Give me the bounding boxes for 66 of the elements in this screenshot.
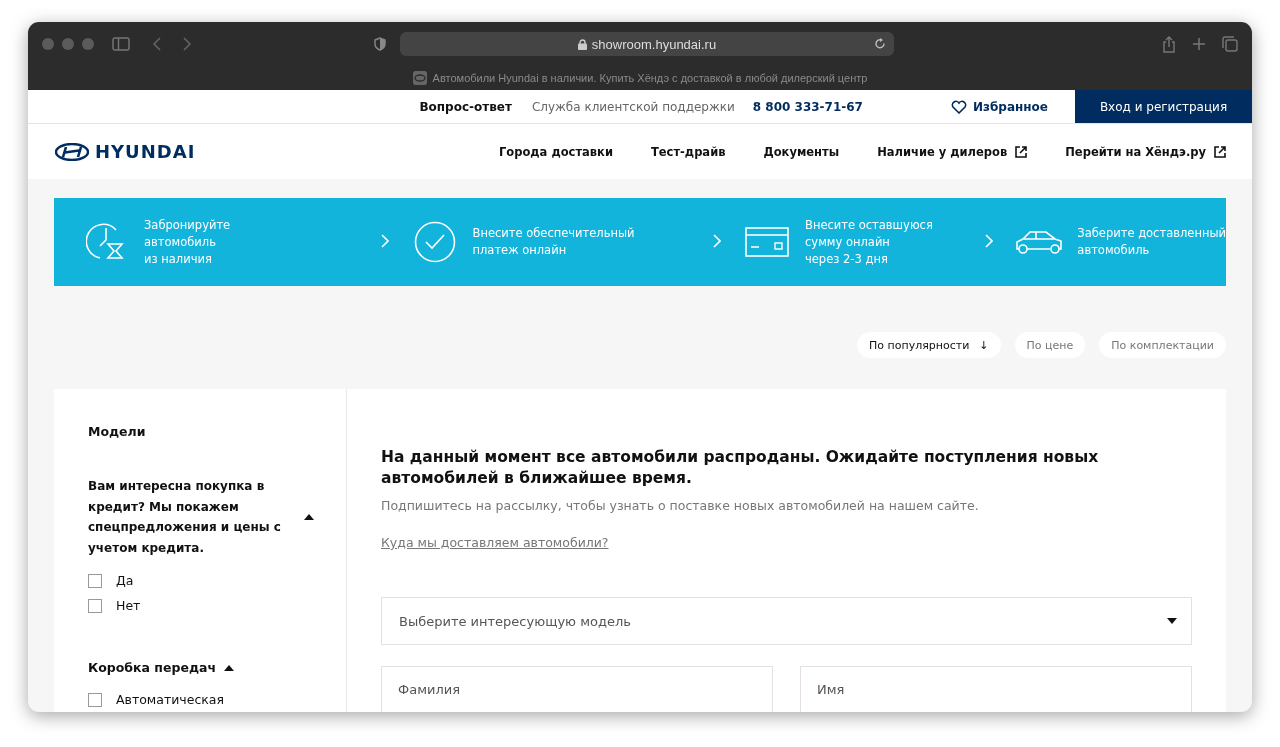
sidebar-icon[interactable] [112, 37, 130, 51]
input-field[interactable]: Фамилия [381, 666, 773, 712]
car-icon [1015, 229, 1064, 255]
shield-icon[interactable] [374, 37, 386, 51]
nav-link[interactable]: Тест-драйв [650, 144, 726, 159]
browser-tab[interactable]: Автомобили Hyundai в наличии. Купить Хёндэ с доставкой в любой дилерский центр [28, 66, 1252, 90]
delivery-link[interactable]: Куда мы доставляем автомобили? [381, 535, 609, 550]
subtitle: Подпишитесь на рассылку, чтобы узнать о поставке новых автомобилей на нашем сайте. [381, 498, 980, 513]
nav-link[interactable]: Перейти на Хёндэ.ру [1065, 144, 1226, 159]
caret-icon[interactable] [304, 514, 314, 520]
nav-link[interactable]: Города доставки [498, 144, 613, 159]
input-field[interactable]: Имя [800, 666, 1192, 712]
checkbox[interactable] [88, 573, 102, 588]
step-text: Внесите оставшуюся сумму онлайн через 2-3 дня [805, 216, 933, 268]
login-button[interactable]: Вход и регистрация [1075, 90, 1252, 123]
step-text: Заберите доставленный автомобиль [1077, 225, 1226, 259]
phone-link[interactable]: 8 800 333-71-67 [752, 99, 863, 114]
lock-icon [577, 38, 587, 50]
chevron-right-icon [380, 233, 389, 248]
nav-link[interactable]: Документы [763, 144, 840, 159]
sort-button[interactable]: По популярности ↓ [857, 332, 1001, 358]
chevron-right-icon [985, 233, 994, 248]
forward-icon[interactable] [182, 37, 192, 51]
model-select[interactable]: Выберите интересующую модель [381, 597, 1192, 645]
checkbox[interactable] [88, 598, 102, 613]
support-label: Служба клиентской поддержки [531, 99, 735, 114]
option-label[interactable]: Автоматическая [116, 692, 225, 707]
logo-text: HYUNDAI [95, 141, 196, 162]
faq-link[interactable]: Вопрос-ответ [419, 99, 512, 114]
chevron-right-icon [713, 233, 721, 248]
nav-link[interactable]: Наличие у дилеров [877, 144, 1028, 159]
section-title[interactable]: Коробка передач [88, 660, 216, 675]
logo-icon [55, 142, 89, 161]
reload-icon[interactable] [874, 37, 886, 50]
caret-icon [1167, 618, 1177, 624]
checkbox[interactable] [88, 692, 102, 707]
section-title[interactable]: Модели [88, 424, 146, 439]
heart-icon [950, 99, 967, 114]
new-tab-icon[interactable] [1192, 37, 1206, 51]
share-icon[interactable] [1162, 35, 1176, 53]
option-label[interactable]: Да [116, 573, 134, 588]
clock-hourglass-icon [86, 222, 126, 262]
step-text: Забронируйте автомобиль из наличия [144, 216, 231, 268]
window-control-icon[interactable] [42, 38, 54, 50]
external-link-icon [1214, 145, 1226, 158]
step-text: Внесите обеспечительный платеж онлайн [472, 225, 635, 259]
logo[interactable]: HYUNDAI [55, 141, 196, 162]
url-text: showroom.hyundai.ru [591, 36, 717, 52]
sort-button[interactable]: По цене [1014, 332, 1086, 358]
option-label[interactable]: Нет [116, 598, 141, 613]
heading: На данный момент все автомобили распроданы. Ожидайте поступления новых автомобилей в ближайшее время. [381, 447, 1100, 489]
bank-card-icon [745, 227, 789, 257]
back-icon[interactable] [152, 37, 162, 51]
tabs-overview-icon[interactable] [1222, 36, 1238, 52]
tab-title: Автомобили Hyundai в наличии. Купить Хёндэ с доставкой в любой дилерский центр [432, 72, 868, 84]
address-bar[interactable]: showroom.hyundai.ru [400, 32, 894, 56]
select-placeholder: Выберите интересующую модель [399, 613, 631, 629]
caret-icon[interactable] [224, 664, 234, 671]
section-title: Вам интересна покупка в кредит? Мы покажем спецпредложения и цены с учетом кредита. [88, 478, 282, 557]
favorites-link[interactable]: Избранное [950, 99, 1048, 114]
favicon-icon [412, 71, 427, 85]
window-control-icon[interactable] [82, 38, 94, 50]
checkmark-circle-icon [413, 221, 456, 263]
window-control-icon[interactable] [62, 38, 74, 50]
external-link-icon [1015, 145, 1028, 158]
sort-button[interactable]: По комплектации [1099, 332, 1226, 358]
